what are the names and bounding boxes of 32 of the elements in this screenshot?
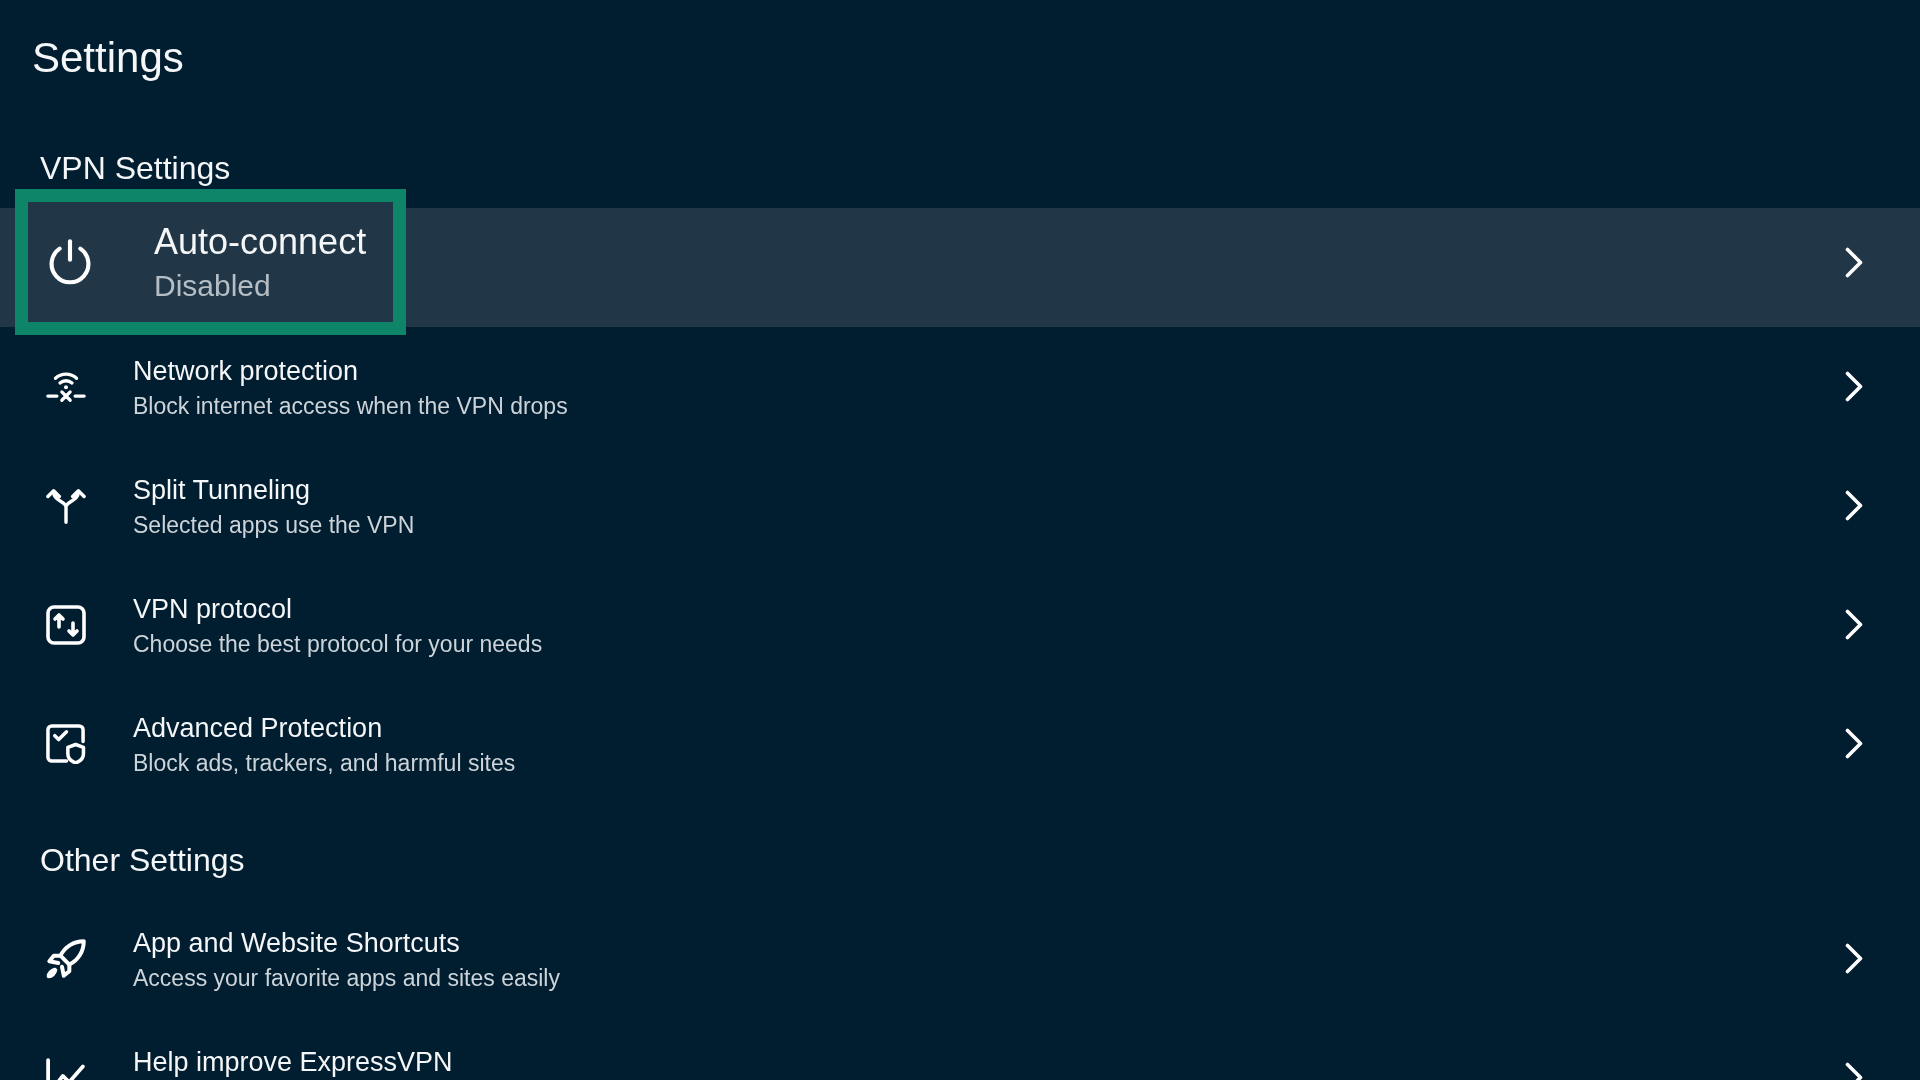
chevron-right-icon <box>1845 490 1863 521</box>
item-subtitle: Block ads, trackers, and harmful sites <box>133 749 516 777</box>
item-title: VPN protocol <box>133 593 293 625</box>
item-title: Advanced Protection <box>133 712 383 744</box>
item-subtitle: Access your favorite apps and sites easily <box>133 964 560 992</box>
chevron-right-icon <box>1845 728 1863 759</box>
item-title: Split Tunneling <box>133 474 311 506</box>
item-subtitle: Block internet access when the VPN drops <box>133 392 568 420</box>
chevron-right-icon <box>1845 609 1863 640</box>
settings-item[interactable]: VPN protocol Choose the best protocol for your needs <box>0 565 1920 684</box>
item-subtitle: Disabled <box>154 268 271 303</box>
item-title: Network protection <box>133 355 359 387</box>
rocket-icon <box>46 938 86 979</box>
item-title: App and Website Shortcuts <box>133 927 460 959</box>
item-title: Help improve ExpressVPN <box>133 1046 453 1078</box>
power-icon <box>47 239 93 285</box>
chevron-right-icon <box>1845 246 1863 278</box>
settings-item[interactable]: Advanced Protection Block ads, trackers, and harmful sites <box>0 684 1920 803</box>
shield-check-icon <box>46 723 86 764</box>
settings-item[interactable]: Help improve ExpressVPN <box>0 1018 1920 1080</box>
section-heading: VPN Settings <box>40 149 231 187</box>
item-subtitle: Selected apps use the VPN <box>133 511 415 539</box>
page-title: Settings <box>31 33 184 82</box>
settings-item[interactable]: Split Tunneling Selected apps use the VPN <box>0 446 1920 565</box>
item-subtitle: Choose the best protocol for your needs <box>133 630 543 658</box>
swap-arrows-icon <box>46 604 86 645</box>
chevron-right-icon <box>1845 943 1863 974</box>
item-title: Auto-connect <box>154 221 367 262</box>
chevron-right-icon <box>1845 371 1863 402</box>
section-heading: Other Settings <box>40 841 245 879</box>
settings-item[interactable]: Auto-connect Disabled <box>0 189 1920 335</box>
settings-item[interactable]: App and Website Shortcuts Access your favorite apps and sites easily <box>0 899 1920 1018</box>
